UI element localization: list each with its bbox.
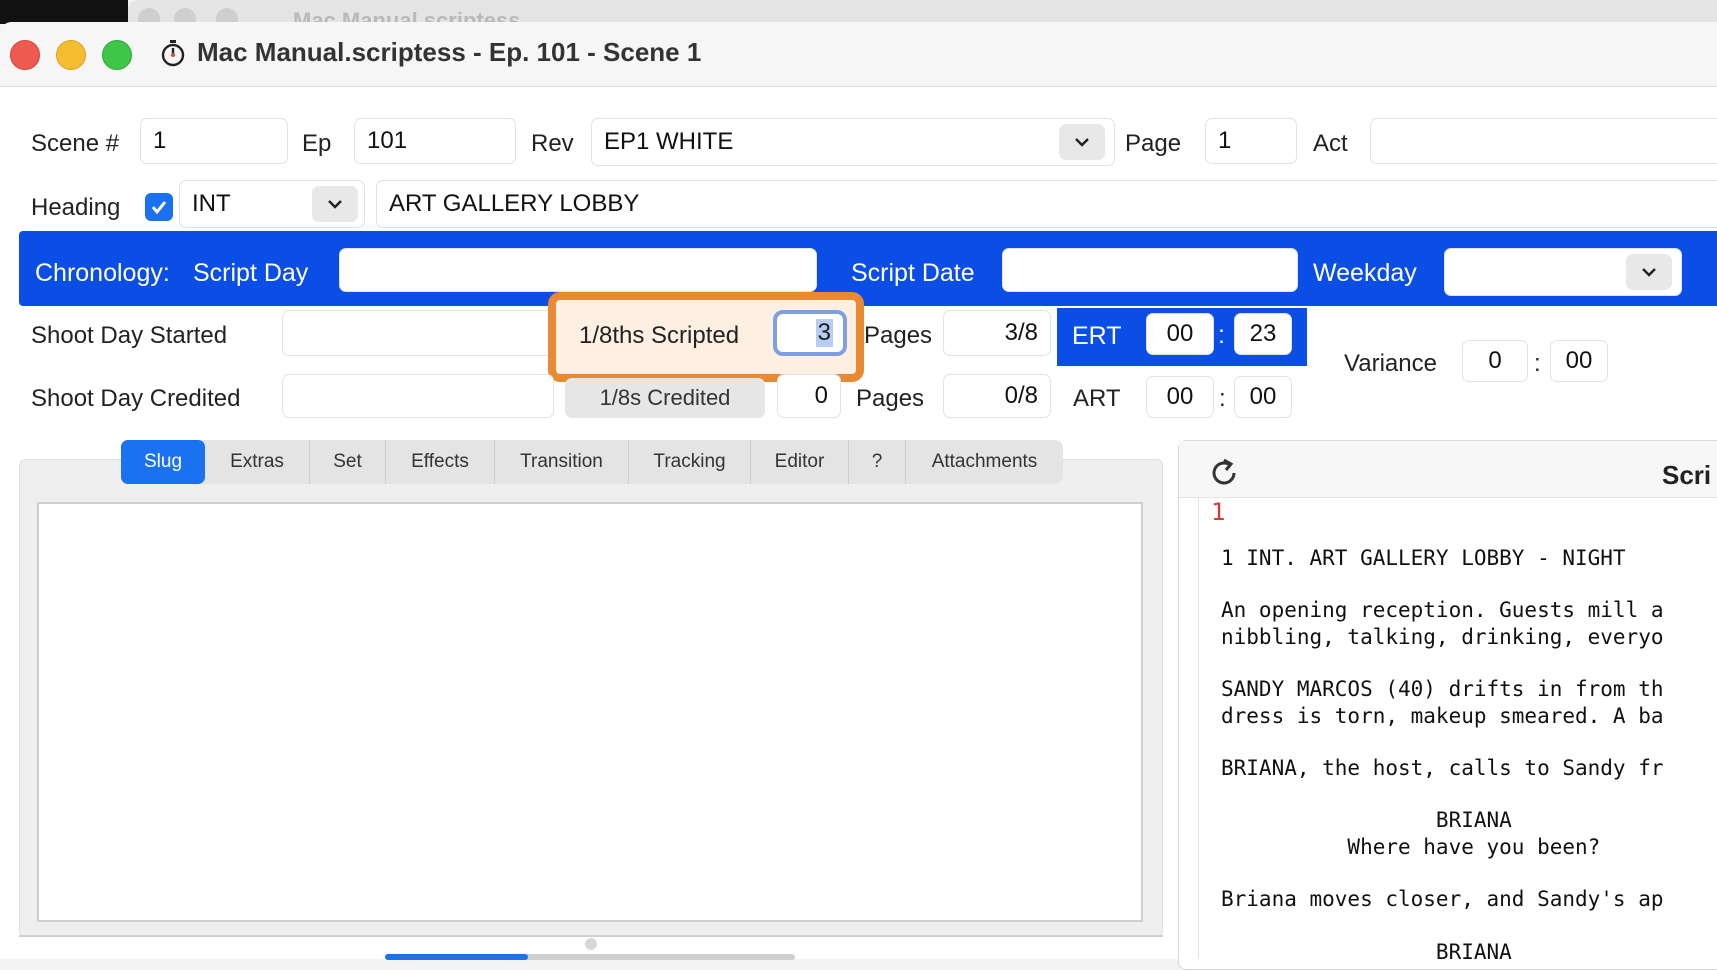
ep-field[interactable]: 101 bbox=[354, 118, 516, 164]
script-line: Briana moves closer, and Sandy's ap bbox=[1221, 887, 1664, 911]
pages-credited-field[interactable]: 0/8 bbox=[943, 374, 1051, 418]
rev-value: EP1 WHITE bbox=[604, 128, 734, 155]
close-button[interactable] bbox=[10, 40, 40, 70]
tab-extras[interactable]: Extras bbox=[205, 440, 310, 484]
rev-label: Rev bbox=[531, 130, 574, 157]
rev-dropdown-chevron-icon[interactable] bbox=[1059, 124, 1105, 160]
int-ext-value: INT bbox=[192, 190, 231, 217]
shoot-day-started-label: Shoot Day Started bbox=[31, 322, 228, 349]
scene-label: Scene # bbox=[31, 130, 120, 157]
script-line: BRIANA bbox=[1221, 940, 1512, 959]
ert-label: ERT bbox=[1072, 322, 1122, 350]
int-ext-chevron-icon[interactable] bbox=[312, 186, 358, 222]
zoom-button[interactable] bbox=[102, 40, 132, 70]
variance-seconds-field[interactable]: 00 bbox=[1550, 340, 1608, 382]
script-preview-header bbox=[1179, 441, 1717, 498]
tab-attachments[interactable]: Attachments bbox=[906, 440, 1063, 484]
art-minutes-field[interactable]: 00 bbox=[1146, 376, 1214, 418]
chronology-label: Chronology: bbox=[35, 259, 170, 287]
art-seconds-field[interactable]: 00 bbox=[1234, 376, 1292, 418]
shoot-day-credited-label: Shoot Day Credited bbox=[31, 385, 241, 412]
window-title: Mac Manual.scriptess - Ep. 101 - Scene 1 bbox=[197, 37, 702, 67]
script-line: SANDY MARCOS (40) drifts in from th bbox=[1221, 677, 1664, 701]
minimize-button[interactable] bbox=[56, 40, 86, 70]
script-day-label: Script Day bbox=[193, 259, 309, 287]
variance-colon: : bbox=[1534, 350, 1541, 377]
scripted-label: 1/8ths Scripted bbox=[579, 322, 740, 349]
script-line: Where have you been? bbox=[1221, 835, 1601, 859]
checkmark-icon bbox=[151, 201, 167, 215]
weekday-chevron-icon[interactable] bbox=[1626, 254, 1672, 290]
script-line: nibbling, talking, drinking, everyo bbox=[1221, 625, 1664, 649]
page-label: Page bbox=[1125, 130, 1182, 157]
ep-label: Ep bbox=[302, 130, 332, 157]
heading-label: Heading bbox=[31, 194, 121, 221]
tab-effects[interactable]: Effects bbox=[386, 440, 495, 484]
desktop-background bbox=[0, 0, 128, 24]
tab-bar: Slug Extras Set Effects Transition Track… bbox=[121, 440, 1063, 484]
tab-transition[interactable]: Transition bbox=[495, 440, 629, 484]
horizontal-scroll-thumb[interactable] bbox=[385, 954, 528, 960]
split-divider[interactable] bbox=[19, 935, 1163, 937]
split-handle[interactable] bbox=[585, 938, 597, 950]
scripted-eighths-input[interactable]: 3 bbox=[773, 310, 847, 356]
variance-minutes-field[interactable]: 0 bbox=[1462, 340, 1528, 382]
script-line: BRIANA, the host, calls to Sandy fr bbox=[1221, 756, 1664, 780]
art-colon: : bbox=[1219, 385, 1226, 412]
act-label: Act bbox=[1313, 130, 1348, 157]
background-window[interactable]: Mac Manual.scriptess bbox=[128, 0, 1717, 33]
heading-checkbox[interactable] bbox=[145, 193, 173, 221]
script-preview-title: Scri bbox=[1662, 460, 1712, 490]
script-line: BRIANA bbox=[1221, 808, 1512, 832]
ert-colon: : bbox=[1218, 321, 1225, 349]
title-bar: Mac Manual.scriptess - Ep. 101 - Scene 1 bbox=[0, 22, 1717, 87]
shoot-day-started-field[interactable] bbox=[282, 310, 552, 356]
location-field[interactable]: ART GALLERY LOBBY bbox=[376, 180, 1717, 228]
pages-scripted-field[interactable]: 3/8 bbox=[943, 310, 1051, 356]
eighths-credited-field[interactable]: 0 bbox=[777, 374, 841, 418]
art-label: ART bbox=[1073, 385, 1121, 412]
script-text: 1 1 INT. ART GALLERY LOBBY - NIGHT An op… bbox=[1198, 498, 1717, 959]
tab-set[interactable]: Set bbox=[310, 440, 386, 484]
script-date-field[interactable] bbox=[1002, 248, 1298, 292]
ert-minutes-field[interactable]: 00 bbox=[1146, 313, 1214, 355]
act-field[interactable] bbox=[1370, 118, 1717, 164]
ert-seconds-field[interactable]: 23 bbox=[1234, 313, 1292, 355]
script-day-field[interactable] bbox=[339, 248, 817, 292]
variance-label: Variance bbox=[1344, 350, 1437, 377]
refresh-icon[interactable] bbox=[1207, 456, 1241, 490]
scene-field[interactable]: 1 bbox=[140, 118, 288, 164]
weekday-label: Weekday bbox=[1313, 259, 1417, 287]
tab-editor[interactable]: Editor bbox=[751, 440, 849, 484]
pages-credited-label: Pages bbox=[856, 385, 925, 412]
tab-slug[interactable]: Slug bbox=[121, 440, 205, 484]
script-line: dress is torn, makeup smeared. A ba bbox=[1221, 704, 1664, 728]
script-page-number: 1 bbox=[1211, 498, 1226, 526]
tab-tracking[interactable]: Tracking bbox=[629, 440, 751, 484]
script-date-label: Script Date bbox=[851, 259, 975, 287]
slug-text-area[interactable] bbox=[37, 502, 1143, 922]
stopwatch-icon bbox=[161, 40, 185, 67]
rev-select[interactable]: EP1 WHITE bbox=[591, 118, 1115, 166]
eighths-credited-button[interactable]: 1/8s Credited bbox=[565, 378, 765, 418]
pages-scripted-label: Pages bbox=[864, 322, 933, 349]
scripted-eighths-value: 3 bbox=[815, 319, 833, 347]
shoot-day-credited-field[interactable] bbox=[282, 374, 554, 418]
tab-help[interactable]: ? bbox=[849, 440, 906, 484]
script-line: An opening reception. Guests mill a bbox=[1221, 598, 1664, 622]
page-field[interactable]: 1 bbox=[1205, 118, 1297, 164]
script-line: 1 INT. ART GALLERY LOBBY - NIGHT bbox=[1221, 546, 1626, 570]
